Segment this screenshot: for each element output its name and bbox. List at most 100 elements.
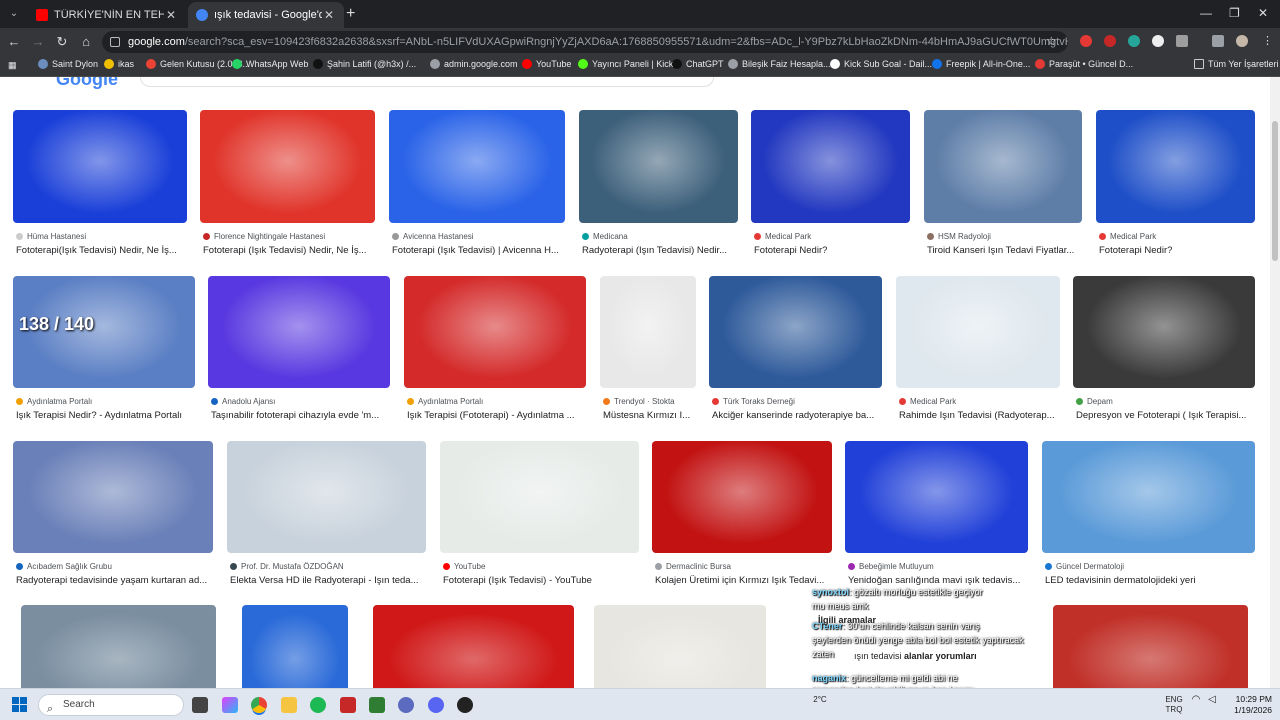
new-tab-plus-icon[interactable]: + <box>346 6 360 22</box>
extension-icon[interactable] <box>1128 35 1140 47</box>
result-caption[interactable]: LED tedavisinin dermatolojideki yeri <box>1045 575 1255 586</box>
close-tab-icon[interactable]: ✕ <box>322 8 336 22</box>
result-caption[interactable]: Tiroid Kanseri Işın Tedavi Fiyatlar... <box>927 245 1082 256</box>
result-source[interactable]: Medical Park <box>899 397 956 406</box>
weather-widget[interactable]: 2°C <box>800 695 840 705</box>
image-result-card[interactable]: Acıbadem Sağlık Grubu Radyoterapi tedavis… <box>13 441 213 595</box>
bookmark-item[interactable]: ChatGPT <box>672 59 724 69</box>
image-result-card[interactable]: Türk Toraks Derneği Akciğer kanserinde ra… <box>709 276 882 430</box>
wifi-icon[interactable]: ◠ <box>1190 695 1202 705</box>
bookmark-item[interactable]: Şahin Latifi (@h3x) /... <box>313 59 416 69</box>
forward-icon[interactable]: → <box>30 34 46 49</box>
volume-icon[interactable]: ◁ <box>1206 695 1218 705</box>
restore-icon[interactable]: ❐ <box>1229 6 1240 20</box>
result-thumbnail[interactable] <box>21 605 216 688</box>
site-info-icon[interactable] <box>110 37 120 47</box>
extension-icon[interactable] <box>1080 35 1092 47</box>
bookmark-item[interactable]: ikas <box>104 59 134 69</box>
result-thumbnail[interactable] <box>440 441 639 553</box>
result-caption[interactable]: Fototerapi (Işık Tedavisi) - YouTube <box>443 575 639 586</box>
result-thumbnail[interactable] <box>652 441 832 553</box>
minimize-icon[interactable]: — <box>1200 6 1212 20</box>
result-thumbnail[interactable] <box>242 605 348 688</box>
windows-start-icon[interactable] <box>12 697 28 713</box>
result-thumbnail[interactable] <box>1096 110 1255 223</box>
result-source[interactable]: Acıbadem Sağlık Grubu <box>16 562 112 571</box>
close-tab-icon[interactable]: ✕ <box>164 8 178 22</box>
result-source[interactable]: Bebeğimle Mutluyum <box>848 562 934 571</box>
result-thumbnail[interactable] <box>389 110 565 223</box>
tab-google-search[interactable]: ışık tedavisi - Google'da Ara ✕ <box>188 2 344 28</box>
image-result-card[interactable]: YouTube Fototerapi (Işık Tedavisi) - YouT… <box>440 441 639 595</box>
result-caption[interactable]: Müstesna Kırmızı I... <box>603 410 696 421</box>
search-box[interactable] <box>140 77 714 87</box>
result-caption[interactable]: Taşınabilir fototerapi cihazıyla evde 'm… <box>211 410 390 421</box>
result-caption[interactable]: Fototerapi Nedir? <box>1099 245 1255 256</box>
menu-kebab-icon[interactable]: ⋮ <box>1262 35 1273 47</box>
result-caption[interactable]: Fototerapi(Işık Tedavisi) Nedir, Ne İş..… <box>16 245 187 256</box>
result-thumbnail[interactable] <box>845 441 1028 553</box>
result-source[interactable]: Aydınlatma Portalı <box>16 397 92 406</box>
result-thumbnail[interactable] <box>579 110 738 223</box>
result-caption[interactable]: Fototerapi (Işık Tedavisi) Nedir, Ne İş.… <box>203 245 375 256</box>
image-result-card[interactable]: Medical Park Fototerapi Nedir? <box>1096 110 1255 265</box>
back-icon[interactable]: ← <box>6 34 22 49</box>
result-thumbnail[interactable] <box>709 276 882 388</box>
app-icon[interactable] <box>369 697 385 713</box>
result-source[interactable]: Türk Toraks Derneği <box>712 397 795 406</box>
image-result-card[interactable]: 138 / 140 Aydınlatma Portalı Işık Terapisi… <box>13 276 195 430</box>
reading-list-icon[interactable] <box>1212 35 1224 47</box>
obs-icon[interactable] <box>457 697 473 713</box>
bookmark-item[interactable]: Saint Dylon <box>38 59 98 69</box>
result-caption[interactable]: Radyoterapi (Işın Tedavisi) Nedir... <box>582 245 738 256</box>
result-thumbnail[interactable] <box>600 276 696 388</box>
image-result-card[interactable]: Medical Park Fototerapi Nedir? <box>751 110 910 265</box>
result-source[interactable]: Medical Park <box>754 232 811 241</box>
address-bar[interactable]: google.com/search?sca_esv=109423f6832a26… <box>102 31 1068 53</box>
discord-icon[interactable] <box>428 697 444 713</box>
image-result-card[interactable]: Güncel Dermatoloji LED tedavisinin dermat… <box>1042 441 1255 595</box>
result-thumbnail[interactable] <box>208 276 390 388</box>
image-result-card[interactable]: Dermaclinic Bursa Kolajen Üretimi için Kı… <box>652 441 832 595</box>
bookmark-star-icon[interactable]: ☆ <box>1046 34 1057 48</box>
spotify-icon[interactable] <box>310 697 326 713</box>
image-result-card[interactable]: Depam Depresyon ve Fototerapi ( Işık Tera… <box>1073 276 1255 430</box>
system-clock[interactable]: 10:29 PM 1/19/2026 <box>1222 694 1272 716</box>
chrome-icon[interactable] <box>251 697 267 713</box>
result-caption[interactable]: Işık Terapisi (Fototerapi) - Aydınlatma … <box>407 410 586 421</box>
result-caption[interactable]: Akciğer kanserinde radyoterapiye ba... <box>712 410 882 421</box>
image-result-card[interactable]: HSM Radyoloji Tiroid Kanseri Işın Tedavi … <box>924 110 1082 265</box>
bookmark-item[interactable]: Bileşik Faiz Hesapla... <box>728 59 831 69</box>
result-source[interactable]: Hüma Hastanesi <box>16 232 86 241</box>
bookmark-item[interactable]: admin.google.com <box>430 59 518 69</box>
result-thumbnail[interactable] <box>404 276 586 388</box>
image-result-card[interactable]: Medical Park Rahimde Işın Tedavisi (Radyo… <box>896 276 1060 430</box>
app-icon[interactable] <box>340 697 356 713</box>
result-source[interactable]: Anadolu Ajansı <box>211 397 275 406</box>
result-thumbnail[interactable] <box>13 110 187 223</box>
result-thumbnail[interactable] <box>13 441 213 553</box>
profile-avatar[interactable] <box>1236 35 1248 47</box>
file-explorer-icon[interactable] <box>281 697 297 713</box>
close-window-icon[interactable]: ✕ <box>1258 6 1268 20</box>
extension-icon[interactable] <box>1152 35 1164 47</box>
home-icon[interactable]: ⌂ <box>78 34 94 49</box>
image-result-card[interactable]: Florence Nightingale Hastanesi Fototerapi… <box>200 110 375 265</box>
result-caption[interactable]: Işık Terapisi Nedir? - Aydınlatma Portal… <box>16 410 195 421</box>
image-result-card[interactable]: Aydınlatma Portalı Işık Terapisi (Fototer… <box>404 276 586 430</box>
apps-grid-icon[interactable]: ▦ <box>8 59 20 71</box>
image-result-card[interactable]: Medicana Radyoterapi (Işın Tedavisi) Nedi… <box>579 110 738 265</box>
result-thumbnail[interactable] <box>896 276 1060 388</box>
result-source[interactable]: Avicenna Hastanesi <box>392 232 474 241</box>
result-source[interactable]: Güncel Dermatoloji <box>1045 562 1124 571</box>
tab-search-chevron-icon[interactable]: ⌄ <box>6 6 22 22</box>
copilot-icon[interactable] <box>222 697 238 713</box>
image-result-card[interactable]: Avicenna Hastanesi Fototerapi (Işık Tedav… <box>389 110 565 265</box>
result-caption[interactable]: Fototerapi (Işık Tedavisi) | Avicenna H.… <box>392 245 565 256</box>
result-caption[interactable]: Depresyon ve Fototerapi ( Işık Terapisi.… <box>1076 410 1255 421</box>
taskbar-search-input[interactable]: ⌕ Search <box>38 694 184 716</box>
result-thumbnail[interactable] <box>924 110 1082 223</box>
result-thumbnail[interactable] <box>1042 441 1255 553</box>
result-thumbnail[interactable] <box>200 110 375 223</box>
result-thumbnail[interactable] <box>373 605 574 688</box>
